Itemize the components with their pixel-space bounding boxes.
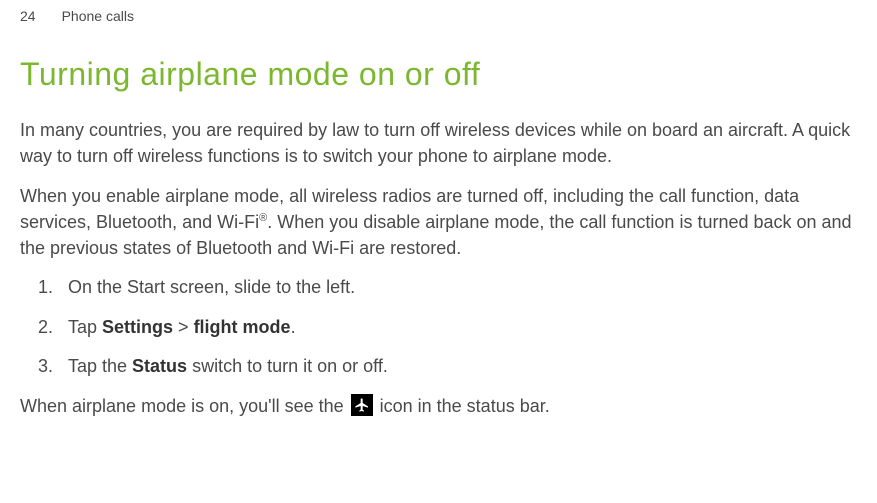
step-2: 2. Tap Settings > flight mode. xyxy=(20,315,857,340)
intro-paragraph-2: When you enable airplane mode, all wirel… xyxy=(20,183,857,261)
step-3: 3. Tap the Status switch to turn it on o… xyxy=(20,354,857,379)
text-after: switch to turn it on or off. xyxy=(187,356,388,376)
text-mid: > xyxy=(173,317,194,337)
step-num: 3. xyxy=(38,356,68,377)
page-number: 24 xyxy=(20,8,36,24)
step-1: 1. On the Start screen, slide to the lef… xyxy=(20,275,857,300)
text-after: . xyxy=(291,317,296,337)
closing-paragraph: When airplane mode is on, you'll see the… xyxy=(20,393,857,419)
step-num: 2. xyxy=(38,317,68,338)
page-header: 24 Phone calls xyxy=(20,8,857,24)
closing-text-after: icon in the status bar. xyxy=(375,396,550,416)
status-label: Status xyxy=(132,356,187,376)
step-text: Tap Settings > flight mode. xyxy=(68,315,296,340)
text-before: Tap xyxy=(68,317,102,337)
text-before: Tap the xyxy=(68,356,132,376)
step-text: Tap the Status switch to turn it on or o… xyxy=(68,354,388,379)
settings-label: Settings xyxy=(102,317,173,337)
step-text: On the Start screen, slide to the left. xyxy=(68,275,355,300)
steps-list: 1. On the Start screen, slide to the lef… xyxy=(20,275,857,379)
airplane-icon xyxy=(351,394,373,416)
closing-text-before: When airplane mode is on, you'll see the xyxy=(20,396,349,416)
page-title: Turning airplane mode on or off xyxy=(20,56,857,93)
section-name: Phone calls xyxy=(62,8,134,24)
flight-mode-label: flight mode xyxy=(194,317,291,337)
registered-mark: ® xyxy=(259,212,267,224)
step-num: 1. xyxy=(38,277,68,298)
intro-paragraph-1: In many countries, you are required by l… xyxy=(20,117,857,169)
